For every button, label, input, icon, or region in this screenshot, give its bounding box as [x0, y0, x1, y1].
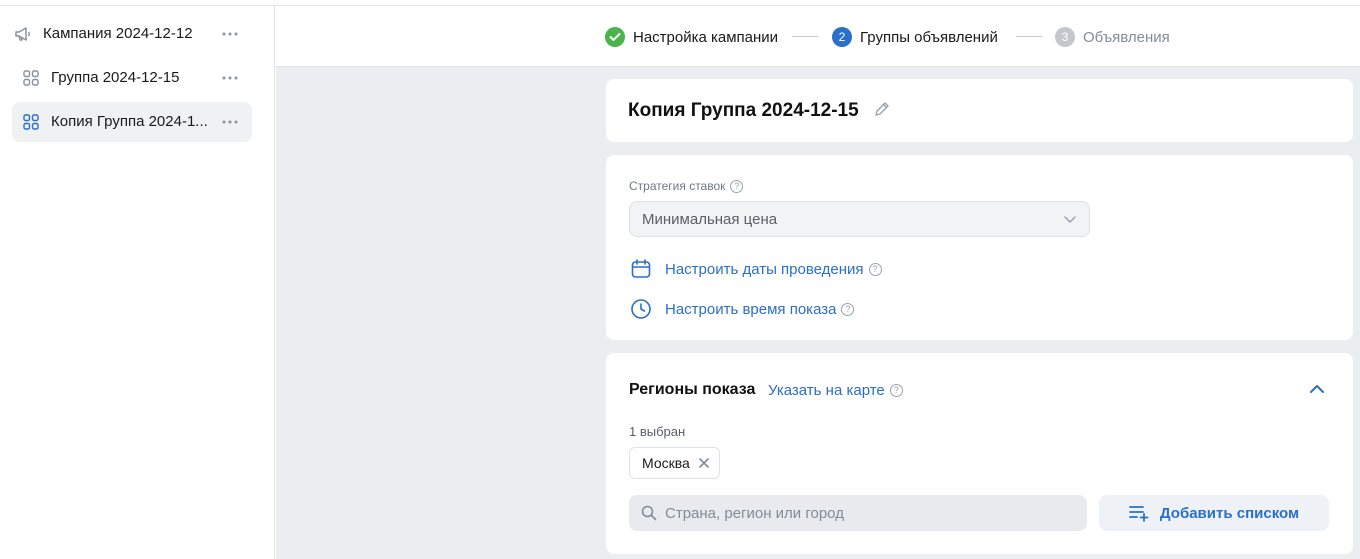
bid-strategy-label: Стратегия ставок ? [629, 179, 744, 193]
chevron-up-icon[interactable] [1307, 379, 1327, 399]
more-icon[interactable] [220, 68, 240, 88]
set-dates-link[interactable]: Настроить даты проведения ? [629, 257, 882, 281]
clock-icon [629, 297, 653, 321]
step-campaign-settings[interactable]: Настройка кампании [605, 26, 778, 48]
more-icon[interactable] [220, 112, 240, 132]
megaphone-icon [14, 24, 34, 44]
show-on-map-link[interactable]: Указать на карте ? [768, 382, 903, 399]
sidebar-item-campaign[interactable]: Кампания 2024-12-12 [12, 14, 252, 54]
more-icon[interactable] [220, 24, 240, 44]
set-dates-label: Настроить даты проведения [665, 260, 864, 278]
set-time-label: Настроить время показа [665, 300, 837, 318]
bid-strategy-label-text: Стратегия ставок [629, 179, 726, 193]
pencil-icon[interactable] [872, 99, 892, 119]
step-number: 2 [832, 27, 852, 47]
show-on-map-label: Указать на карте [768, 382, 885, 399]
add-list-label: Добавить списком [1159, 504, 1300, 522]
step-label: Настройка кампании [633, 28, 779, 46]
sidebar-item-group[interactable]: Группа 2024-12-15 [12, 58, 252, 98]
check-icon [605, 27, 625, 47]
sidebar-item-label: Группа 2024-12-15 [51, 69, 180, 86]
region-search-field[interactable] [629, 495, 1087, 531]
regions-card: Регионы показа Указать на карте ? 1 выбр… [606, 353, 1353, 554]
help-icon[interactable]: ? [841, 302, 855, 316]
help-icon[interactable]: ? [730, 179, 744, 193]
bid-strategy-card: Стратегия ставок ? Минимальная цена Наст… [606, 155, 1353, 340]
add-list-button[interactable]: Добавить списком [1099, 495, 1329, 531]
page-title: Копия Группа 2024-12-15 [628, 100, 859, 121]
stepper: Настройка кампании 2 Группы объявлений 3… [276, 6, 1360, 67]
step-divider [1016, 36, 1042, 37]
set-time-link[interactable]: Настроить время показа ? [629, 297, 855, 321]
step-label: Группы объявлений [860, 28, 998, 46]
help-icon[interactable]: ? [889, 384, 903, 397]
grid-icon [23, 70, 39, 86]
step-label: Объявления [1083, 28, 1170, 46]
region-search-input[interactable] [665, 504, 1065, 522]
step-ads[interactable]: 3 Объявления [1055, 26, 1170, 48]
chevron-down-icon [1063, 212, 1077, 230]
search-icon [641, 505, 657, 521]
selected-count: 1 выбран [629, 424, 686, 439]
calendar-icon [629, 257, 653, 281]
step-ad-groups[interactable]: 2 Группы объявлений [832, 26, 998, 48]
grid-icon [23, 114, 39, 130]
bid-strategy-select[interactable]: Минимальная цена [629, 201, 1090, 237]
bid-strategy-value: Минимальная цена [642, 210, 778, 228]
step-number: 3 [1055, 27, 1075, 47]
help-icon[interactable]: ? [868, 262, 882, 276]
region-chip: Москва [629, 447, 720, 479]
main-content: Настройка кампании 2 Группы объявлений 3… [276, 6, 1360, 559]
sidebar-item-group-copy[interactable]: Копия Группа 2024-1... [12, 102, 252, 142]
region-chip-label: Москва [642, 455, 690, 471]
regions-title: Регионы показа [629, 381, 756, 398]
add-list-icon [1129, 504, 1151, 522]
step-divider [792, 36, 818, 37]
sidebar-item-label: Кампания 2024-12-12 [43, 25, 193, 42]
sidebar: Кампания 2024-12-12 Группа 2024-12-15 Ко… [0, 6, 275, 559]
sidebar-item-label: Копия Группа 2024-1... [51, 113, 208, 130]
group-title-card: Копия Группа 2024-12-15 [606, 79, 1353, 142]
close-icon[interactable] [697, 456, 711, 470]
